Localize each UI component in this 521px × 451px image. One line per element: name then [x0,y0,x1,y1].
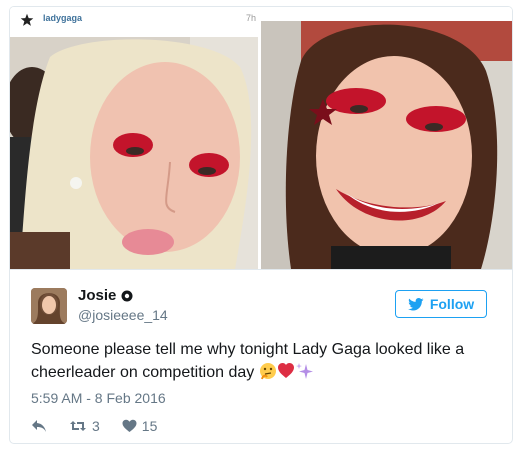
like-count: 15 [141,418,158,434]
avatar-image [31,288,67,324]
photo-lady-gaga[interactable] [10,37,258,269]
tweet-actions: 3 15 [31,416,179,436]
author-name[interactable]: Josie [78,287,116,304]
like-button[interactable]: 15 [122,418,158,434]
heart-icon [122,419,137,432]
instagram-time: 7h [245,13,256,23]
badge-icon [121,290,133,301]
author-handle[interactable]: @josieeee_14 [78,307,168,323]
photo-lady-gaga-image [10,37,258,269]
retweet-icon [70,421,86,431]
instagram-username[interactable]: ladygaga [43,13,82,23]
retweet-button[interactable]: 3 [69,418,100,434]
avatar[interactable] [31,288,67,324]
instagram-star-logo-icon [20,13,34,26]
photo-cheerleader-image [261,21,512,269]
follow-label: Follow [429,296,475,312]
embedded-tweet-card: ladygaga 7h Josie @josieeee_14 Follow So… [9,6,513,444]
timestamp[interactable]: 5:59 AM - 8 Feb 2016 [31,390,166,406]
tweet-body: Josie @josieeee_14 Follow Someone please… [10,269,512,443]
tweet-text-content: Someone please tell me why tonight Lady … [31,341,465,381]
tweet-text: Someone please tell me why tonight Lady … [31,338,491,384]
follow-button[interactable]: Follow [395,290,487,318]
reply-button[interactable] [31,419,47,433]
tweet-media[interactable]: ladygaga 7h [10,7,512,269]
reply-icon [32,420,46,432]
author-name-row[interactable]: Josie [78,287,133,304]
retweet-count: 3 [92,418,100,434]
thinking-face-icon [259,363,276,380]
photo-cheerleader[interactable] [261,21,512,269]
sparkles-icon [295,363,313,379]
red-heart-icon [277,363,294,378]
twitter-bird-icon [407,297,424,310]
